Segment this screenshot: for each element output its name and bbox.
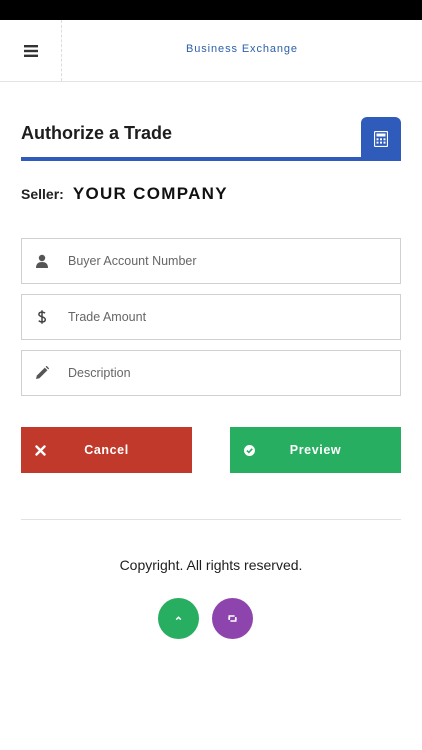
preview-button[interactable]: Preview — [230, 427, 401, 473]
seller-name: YOUR COMPANY — [72, 184, 228, 203]
check-circle-icon — [244, 427, 255, 473]
buyer-account-input[interactable] — [62, 239, 400, 283]
scroll-top-button[interactable] — [158, 598, 199, 639]
buyer-account-field[interactable] — [21, 238, 401, 284]
pencil-icon — [22, 351, 62, 395]
title-underline — [21, 157, 401, 161]
refresh-button[interactable] — [212, 598, 253, 639]
status-bar — [0, 0, 422, 20]
seller-row: Seller: YOUR COMPANY — [21, 184, 228, 204]
menu-button[interactable] — [0, 20, 62, 81]
dollar-icon — [22, 295, 62, 339]
cancel-label: Cancel — [84, 443, 129, 457]
section-header: Authorize a Trade — [21, 117, 401, 162]
chevron-up-icon — [175, 616, 182, 621]
footer-divider — [21, 519, 401, 520]
preview-label: Preview — [289, 443, 342, 457]
trade-amount-field[interactable] — [21, 294, 401, 340]
cancel-button[interactable]: Cancel — [21, 427, 192, 473]
page-title: Authorize a Trade — [21, 123, 173, 143]
copyright-text: Copyright. All rights reserved. — [119, 557, 303, 573]
calculator-button[interactable] — [361, 117, 401, 161]
close-icon — [35, 427, 46, 473]
description-field[interactable] — [21, 350, 401, 396]
seller-label: Seller: — [21, 186, 64, 202]
calculator-icon — [374, 131, 388, 147]
app-title: Business Exchange — [186, 43, 298, 55]
description-input[interactable] — [62, 351, 400, 395]
trade-amount-input[interactable] — [62, 295, 400, 339]
app-header: Business Exchange — [0, 20, 422, 82]
hamburger-menu-icon — [23, 44, 38, 57]
retweet-icon — [227, 615, 238, 622]
user-icon — [22, 239, 62, 283]
